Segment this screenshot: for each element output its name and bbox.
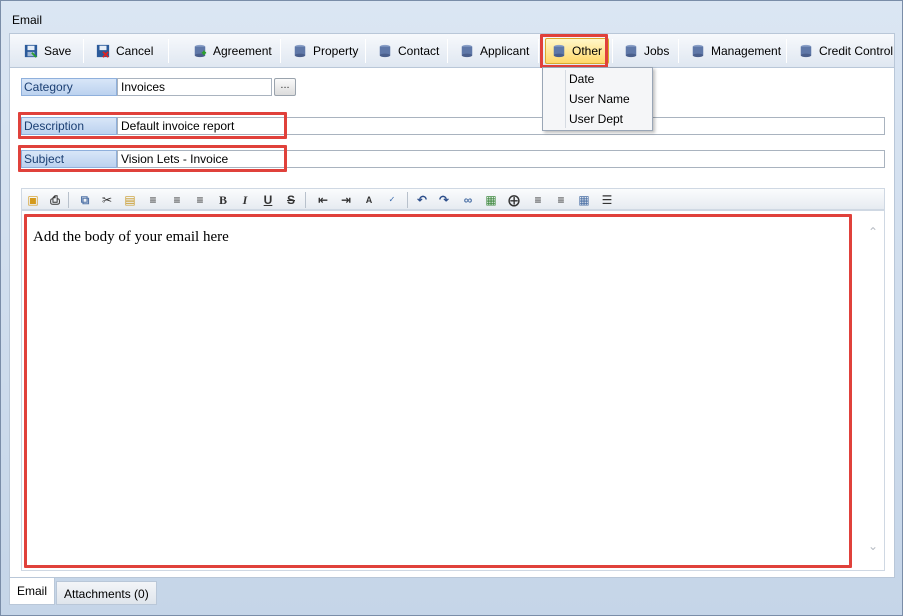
database-icon [379,44,391,58]
management-button[interactable]: Management [685,38,787,64]
outdent-icon[interactable]: ⇤ [315,192,331,208]
window-title: Email [12,13,43,27]
print-icon[interactable]: ⎙ [47,192,63,208]
editor-toolbar: ▣ ⎙ ⧉ ✂ ▤ ≡ ≡ ≡ B I U S ⇤ ⇥ A ✓ ↶ ↷ ∞ ▦ … [21,188,885,210]
database-icon [194,44,207,58]
save-icon [24,44,38,58]
toolbar-separator [168,39,169,63]
image-icon[interactable]: ▦ [483,192,499,208]
spellcheck-icon[interactable]: ✓ [384,192,400,208]
other-button[interactable]: Other [545,38,610,64]
toolbar-separator [83,39,84,63]
cancel-save-icon [96,44,110,58]
align-right-icon[interactable]: ≡ [192,192,208,208]
font-color-icon[interactable]: A [361,192,377,208]
italic-icon[interactable]: I [237,192,253,208]
copy-icon[interactable]: ⧉ [77,192,93,208]
subject-field[interactable]: Vision Lets - Invoice [117,150,885,168]
applicant-button[interactable]: Applicant [454,38,535,64]
category-field[interactable]: Invoices [117,78,272,96]
cut-icon[interactable]: ✂ [99,192,115,208]
underline-icon[interactable]: U [260,192,276,208]
other-dropdown-menu: Date User Name User Dept [542,67,653,131]
undo-icon[interactable]: ↶ [414,192,430,208]
open-folder-icon[interactable]: ▣ [25,192,41,208]
credit-control-label: Credit Control [819,44,894,58]
menu-item-user-name[interactable]: User Name [569,89,630,109]
bottom-tabs: Email Attachments (0) [9,578,895,608]
subject-label: Subject [21,150,117,168]
email-window: Email Save Cancel Agreement Property Con… [0,0,903,616]
cancel-button[interactable]: Cancel [90,38,159,64]
bullet-list-icon[interactable]: ≡ [553,192,569,208]
property-label: Property [313,44,359,58]
category-label: Category [21,78,117,96]
link-icon[interactable]: ∞ [460,192,476,208]
menu-gutter [565,70,566,128]
scroll-up-icon[interactable]: ⌃ [868,225,878,239]
save-label: Save [44,44,72,58]
bold-icon[interactable]: B [215,192,231,208]
toolbar-separator [612,39,613,63]
save-button[interactable]: Save [18,38,77,64]
numbered-list-icon[interactable]: ≡ [530,192,546,208]
tab-attachments[interactable]: Attachments (0) [56,581,157,605]
property-button[interactable]: Property [287,38,364,64]
contact-button[interactable]: Contact [372,38,445,64]
editor-separator [305,192,306,208]
redo-icon[interactable]: ↷ [436,192,452,208]
other-label: Other [572,44,603,58]
agreement-label: Agreement [213,44,272,58]
align-left-icon[interactable]: ≡ [145,192,161,208]
description-field[interactable]: Default invoice report [117,117,885,135]
align-center-icon[interactable]: ≡ [169,192,185,208]
editor-separator [407,192,408,208]
toolbar-separator [678,39,679,63]
applicant-label: Applicant [480,44,530,58]
resize-icon[interactable]: ⨁ [506,192,522,208]
editor-vertical-scrollbar[interactable]: ⌃ ⌄ [864,213,884,569]
toolbar-separator [786,39,787,63]
jobs-label: Jobs [644,44,670,58]
toolbar-separator [447,39,448,63]
tab-email[interactable]: Email [9,578,56,605]
horizontal-rule-icon[interactable]: ☰ [599,192,615,208]
database-icon [553,44,565,58]
main-toolbar: Save Cancel Agreement Property Contact A… [9,33,895,67]
description-label: Description [21,117,117,135]
toolbar-separator [280,39,281,63]
toolbar-separator [538,39,539,63]
table-icon[interactable]: ▦ [576,192,592,208]
database-icon [800,44,812,58]
contact-label: Contact [398,44,440,58]
jobs-button[interactable]: Jobs [618,38,675,64]
indent-icon[interactable]: ⇥ [338,192,354,208]
cancel-label: Cancel [116,44,154,58]
strikethrough-icon[interactable]: S [283,192,299,208]
database-icon [625,44,637,58]
category-browse-button[interactable]: ... [274,78,296,96]
paste-icon[interactable]: ▤ [122,192,138,208]
database-icon [294,44,306,58]
database-icon [461,44,473,58]
menu-item-date[interactable]: Date [569,69,594,89]
scroll-down-icon[interactable]: ⌄ [868,539,878,553]
agreement-button[interactable]: Agreement [187,38,278,64]
email-body-text[interactable]: Add the body of your email here [33,229,229,246]
email-body-editor[interactable] [21,210,885,571]
toolbar-separator [365,39,366,63]
credit-control-button[interactable]: Credit Control [793,38,899,64]
menu-item-user-dept[interactable]: User Dept [569,109,623,129]
management-label: Management [711,44,782,58]
database-icon [692,44,704,58]
editor-separator [68,192,69,208]
